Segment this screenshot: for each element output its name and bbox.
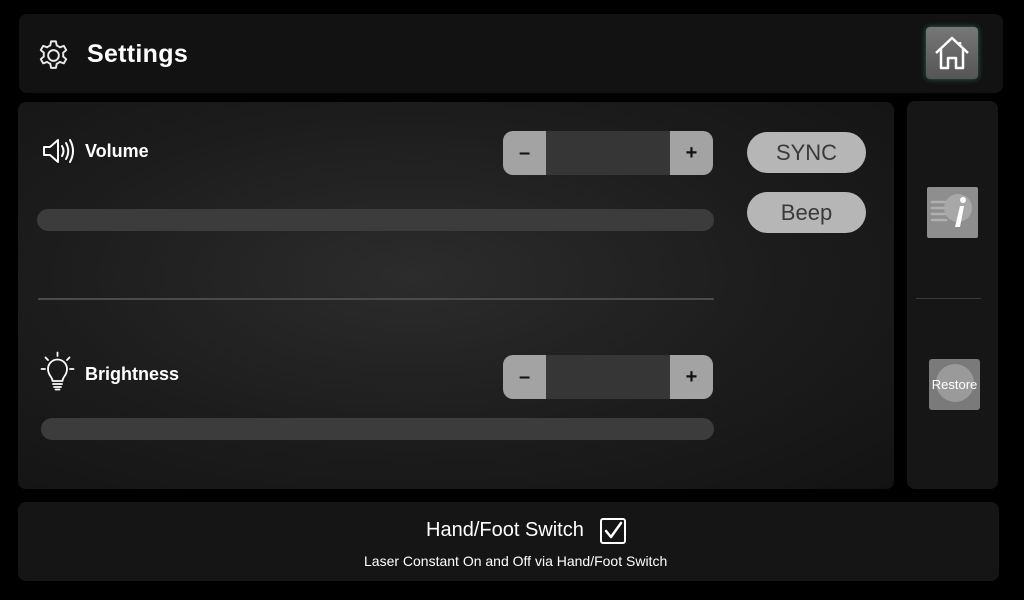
brightness-slider[interactable] <box>41 418 714 440</box>
brightness-label: Brightness <box>85 364 180 384</box>
side-panel <box>907 101 998 489</box>
volume-stepper: – + <box>503 131 713 175</box>
volume-value <box>546 131 670 175</box>
volume-label: Volume <box>85 141 149 161</box>
hand-foot-switch-description: Laser Constant On and Off via Hand/Foot … <box>364 553 668 569</box>
lightbulb-icon <box>40 351 75 391</box>
home-button[interactable] <box>926 27 978 79</box>
page-title: Settings <box>87 40 189 68</box>
beep-button[interactable]: Beep <box>747 192 866 233</box>
side-divider <box>916 298 981 299</box>
volume-slider[interactable] <box>37 209 714 231</box>
gear-icon <box>39 40 68 69</box>
brightness-stepper: – + <box>503 355 713 399</box>
home-icon <box>935 36 969 70</box>
speaker-icon <box>43 139 74 163</box>
restore-button[interactable]: Restore <box>929 359 980 410</box>
brightness-increase-button[interactable]: + <box>670 355 713 399</box>
divider <box>38 298 714 300</box>
sync-button[interactable]: SYNC <box>747 132 866 173</box>
volume-decrease-button[interactable]: – <box>503 131 546 175</box>
info-button[interactable] <box>927 187 978 238</box>
hand-foot-switch-checkbox[interactable] <box>600 518 626 544</box>
brightness-decrease-button[interactable]: – <box>503 355 546 399</box>
brightness-value <box>546 355 670 399</box>
checkmark-icon <box>604 521 623 539</box>
volume-increase-button[interactable]: + <box>670 131 713 175</box>
info-icon <box>930 194 972 227</box>
hand-foot-switch-label: Hand/Foot Switch <box>426 519 584 541</box>
restore-label: Restore <box>931 377 978 392</box>
